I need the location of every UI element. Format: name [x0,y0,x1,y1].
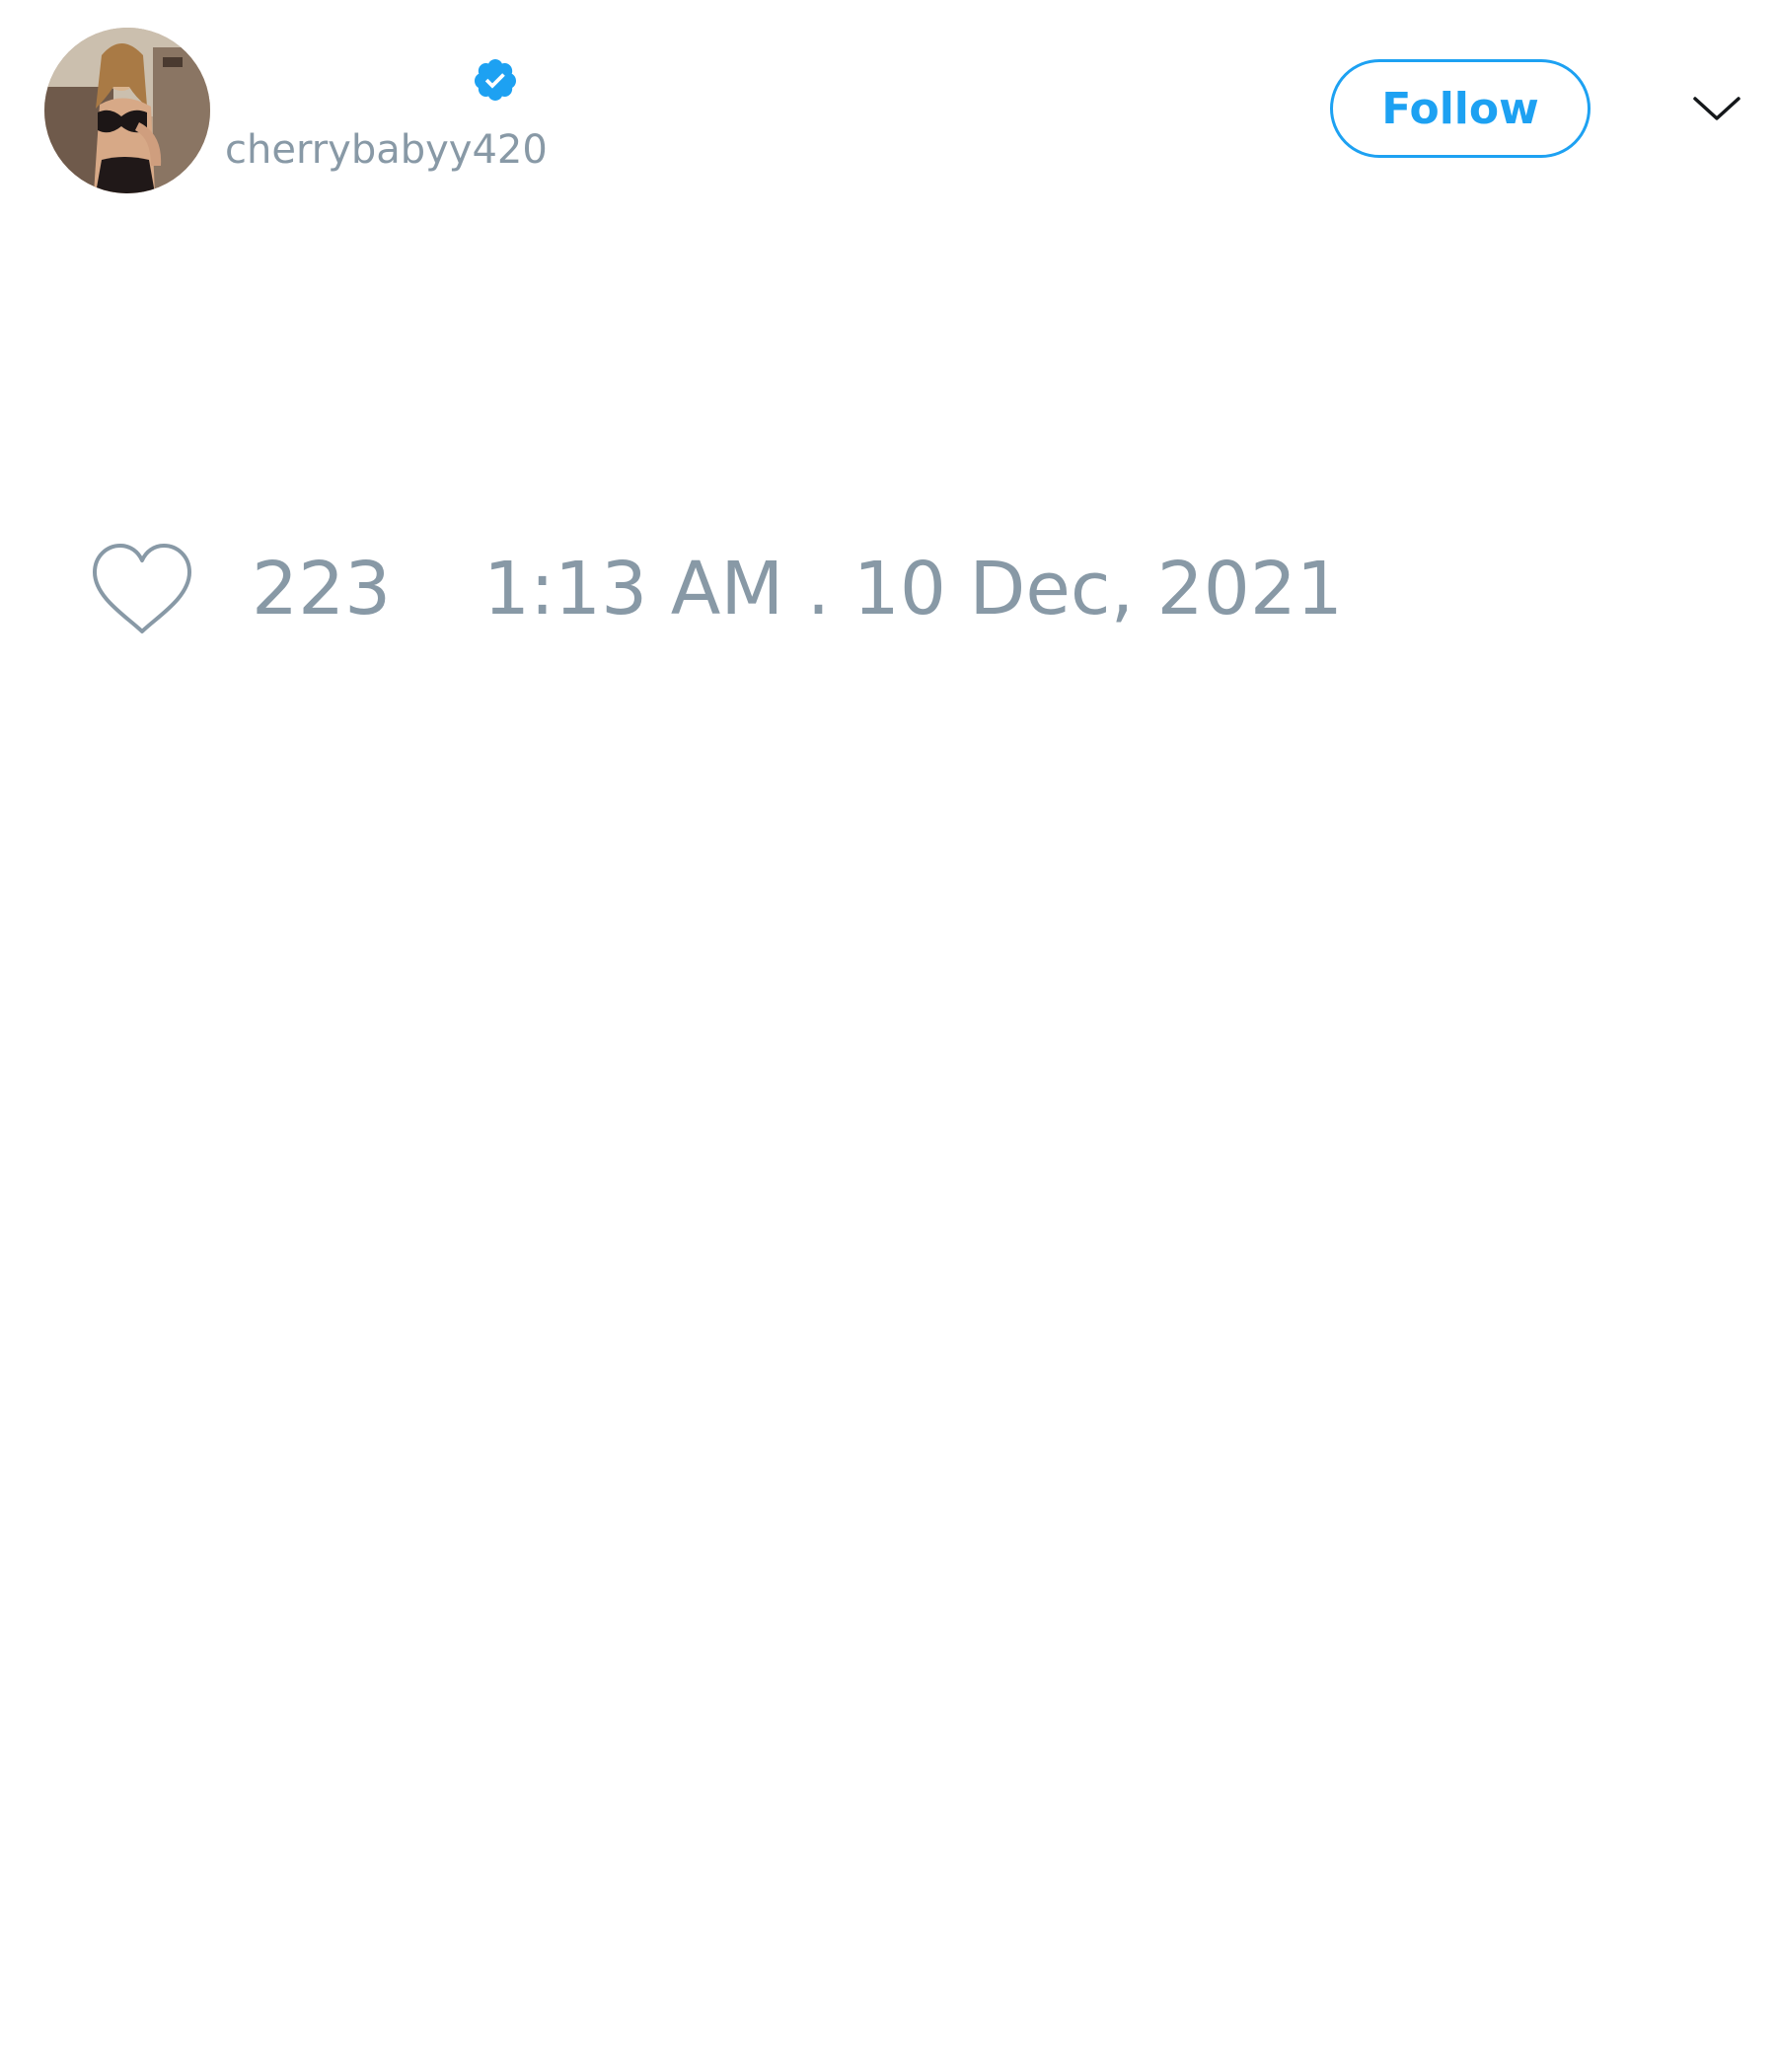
avatar[interactable] [44,28,210,193]
tweet-card: cherrybabyy420 Follow 223 1:13 AM . 10 D… [0,0,1776,2072]
verified-badge-icon [474,59,516,101]
heart-outline-icon[interactable] [89,541,195,637]
avatar-photo [44,28,210,193]
author-handle[interactable]: cherrybabyy420 [225,126,548,174]
like-count: 223 [252,547,392,631]
follow-button[interactable]: Follow [1330,59,1591,158]
tweet-timestamp[interactable]: 1:13 AM . 10 Dec, 2021 [483,546,1343,632]
chevron-down-icon[interactable] [1692,91,1741,130]
